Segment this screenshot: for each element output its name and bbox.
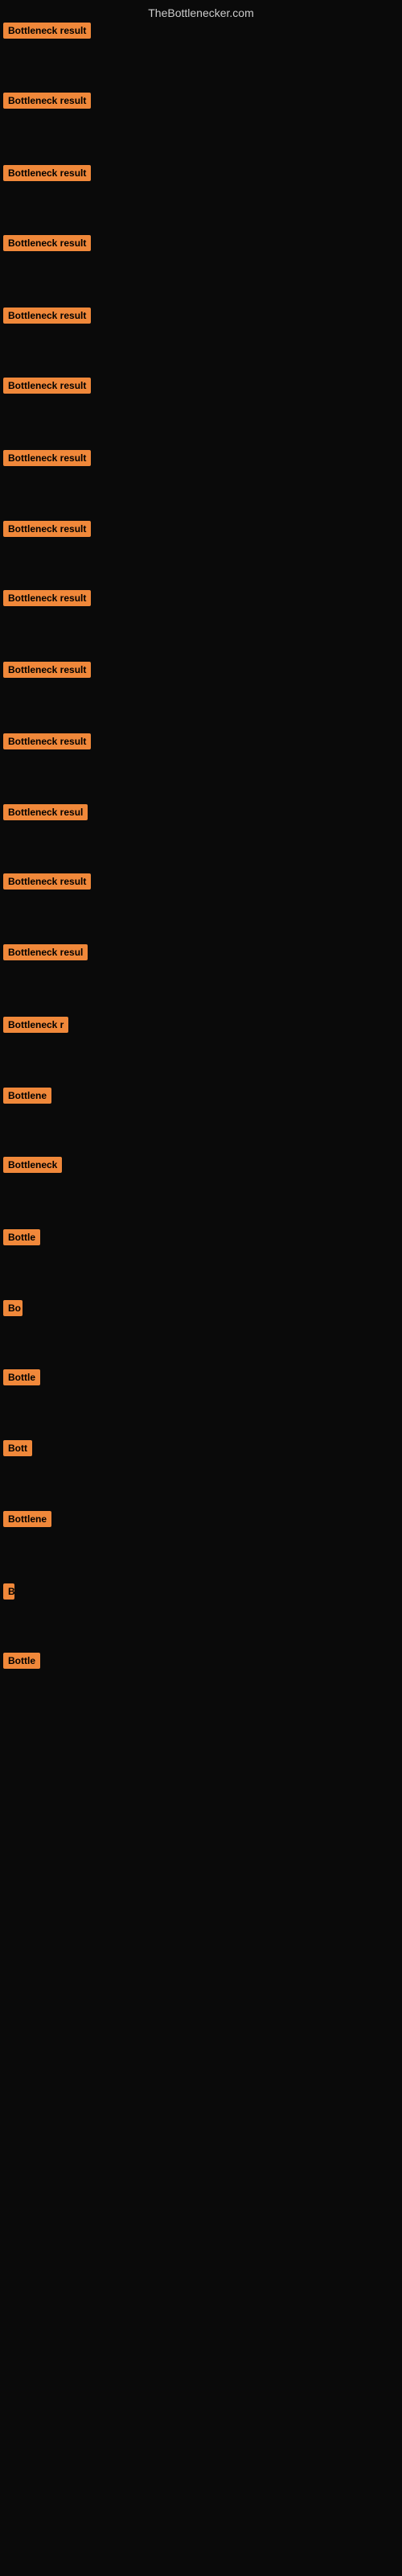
bottleneck-badge-13: Bottleneck result <box>3 873 91 890</box>
bottleneck-result-19[interactable]: Bo <box>3 1300 23 1320</box>
bottleneck-result-16[interactable]: Bottlene <box>3 1088 51 1108</box>
bottleneck-badge-5: Bottleneck result <box>3 308 91 324</box>
bottleneck-result-6[interactable]: Bottleneck result <box>3 378 91 398</box>
bottleneck-result-22[interactable]: Bottlene <box>3 1511 51 1531</box>
bottleneck-result-3[interactable]: Bottleneck result <box>3 165 91 185</box>
bottleneck-badge-9: Bottleneck result <box>3 590 91 606</box>
bottleneck-result-4[interactable]: Bottleneck result <box>3 235 91 255</box>
bottleneck-result-2[interactable]: Bottleneck result <box>3 93 91 113</box>
bottleneck-result-23[interactable]: B <box>3 1583 14 1604</box>
bottleneck-result-17[interactable]: Bottleneck <box>3 1157 62 1177</box>
site-title: TheBottlenecker.com <box>0 0 402 23</box>
bottleneck-badge-19: Bo <box>3 1300 23 1316</box>
bottleneck-result-5[interactable]: Bottleneck result <box>3 308 91 328</box>
bottleneck-result-7[interactable]: Bottleneck result <box>3 450 91 470</box>
bottleneck-badge-21: Bott <box>3 1440 32 1456</box>
bottleneck-result-20[interactable]: Bottle <box>3 1369 40 1389</box>
bottleneck-badge-2: Bottleneck result <box>3 93 91 109</box>
bottleneck-badge-11: Bottleneck result <box>3 733 91 749</box>
bottleneck-result-11[interactable]: Bottleneck result <box>3 733 91 753</box>
bottleneck-result-1[interactable]: Bottleneck result <box>3 23 91 43</box>
bottleneck-badge-10: Bottleneck result <box>3 662 91 678</box>
bottleneck-badge-15: Bottleneck r <box>3 1017 68 1033</box>
bottleneck-result-13[interactable]: Bottleneck result <box>3 873 91 894</box>
bottleneck-badge-6: Bottleneck result <box>3 378 91 394</box>
bottleneck-badge-3: Bottleneck result <box>3 165 91 181</box>
bottleneck-badge-12: Bottleneck resul <box>3 804 88 820</box>
bottleneck-result-15[interactable]: Bottleneck r <box>3 1017 68 1037</box>
bottleneck-badge-23: B <box>3 1583 14 1600</box>
bottleneck-badge-4: Bottleneck result <box>3 235 91 251</box>
bottleneck-badge-16: Bottlene <box>3 1088 51 1104</box>
bottleneck-result-14[interactable]: Bottleneck resul <box>3 944 88 964</box>
bottleneck-badge-24: Bottle <box>3 1653 40 1669</box>
bottleneck-badge-8: Bottleneck result <box>3 521 91 537</box>
bottleneck-result-10[interactable]: Bottleneck result <box>3 662 91 682</box>
bottleneck-badge-20: Bottle <box>3 1369 40 1385</box>
bottleneck-badge-17: Bottleneck <box>3 1157 62 1173</box>
bottleneck-result-9[interactable]: Bottleneck result <box>3 590 91 610</box>
results-container: Bottleneck result Bottleneck result Bottle… <box>0 23 402 2558</box>
bottleneck-result-21[interactable]: Bott <box>3 1440 32 1460</box>
bottleneck-result-24[interactable]: Bottle <box>3 1653 40 1673</box>
bottleneck-badge-14: Bottleneck resul <box>3 944 88 960</box>
bottleneck-badge-7: Bottleneck result <box>3 450 91 466</box>
bottleneck-result-12[interactable]: Bottleneck resul <box>3 804 88 824</box>
bottleneck-badge-22: Bottlene <box>3 1511 51 1527</box>
bottleneck-badge-1: Bottleneck result <box>3 23 91 39</box>
bottleneck-badge-18: Bottle <box>3 1229 40 1245</box>
bottleneck-result-18[interactable]: Bottle <box>3 1229 40 1249</box>
bottleneck-result-8[interactable]: Bottleneck result <box>3 521 91 541</box>
